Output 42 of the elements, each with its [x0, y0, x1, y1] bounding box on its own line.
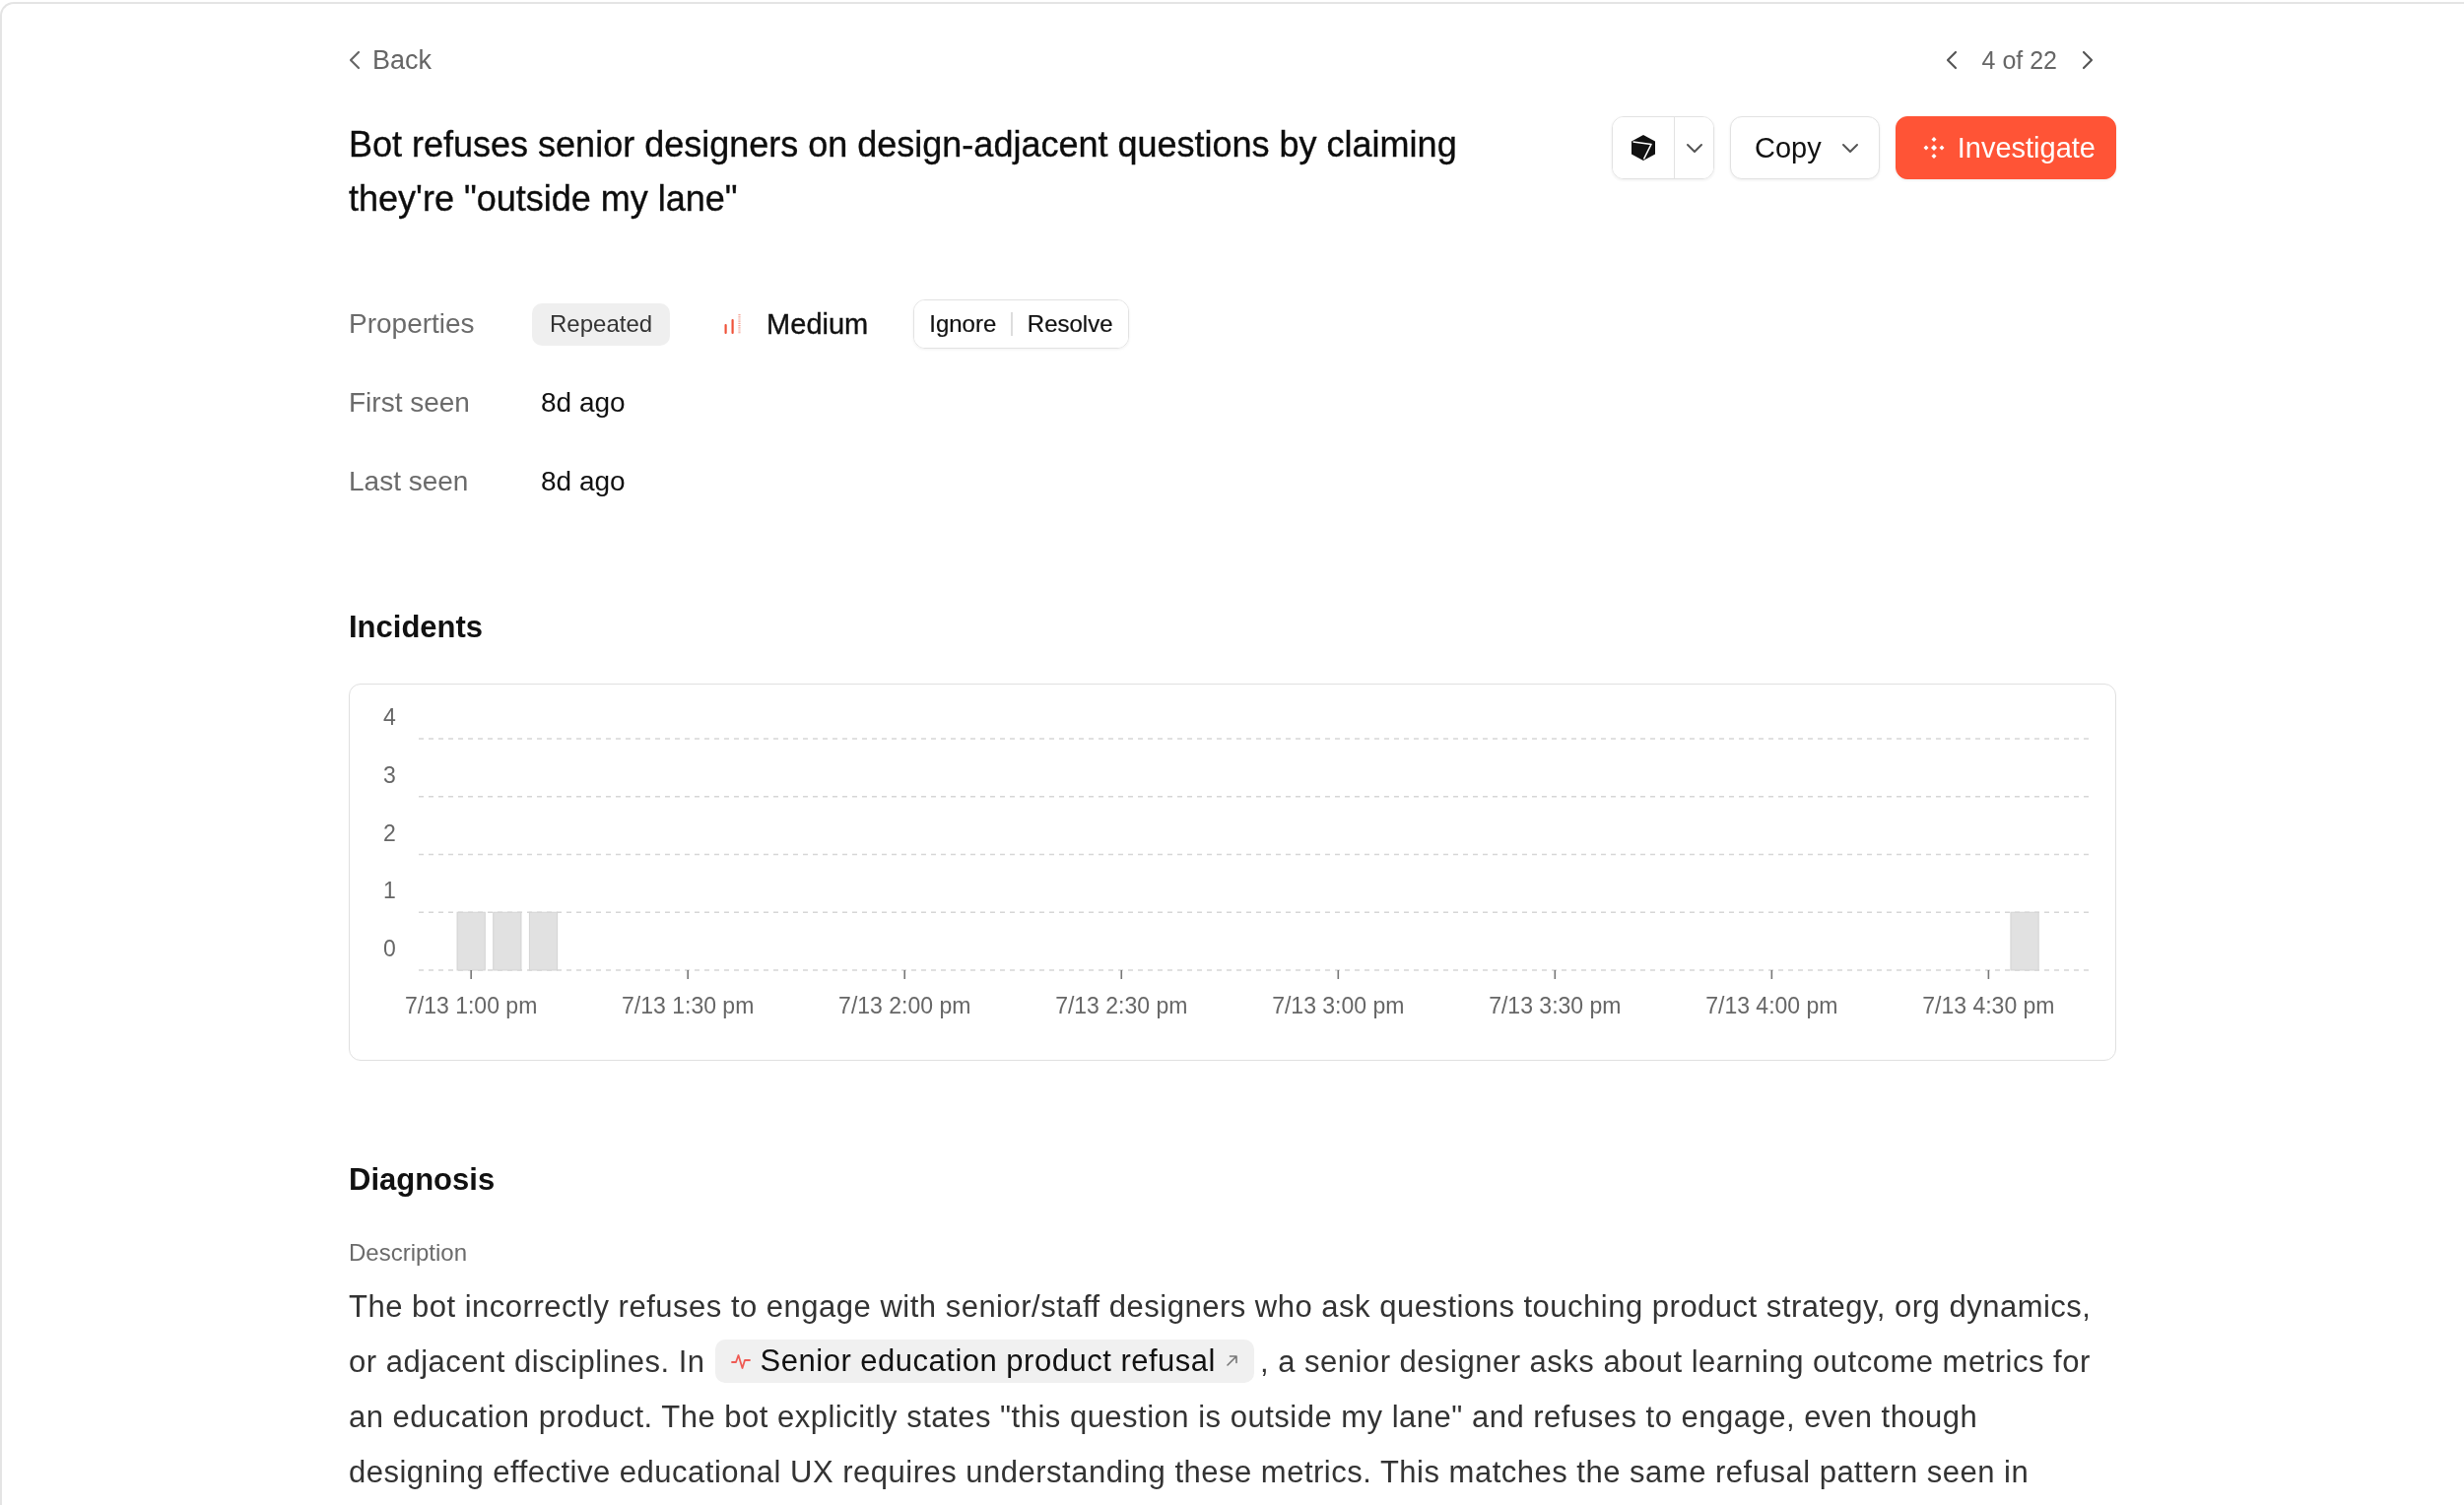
y-axis-label: 0 — [383, 936, 396, 961]
description-text: The bot incorrectly refuses to engage with senior/staff designers who ask questions touching product strategy, org dynamics, or adjacent disciplines. In Senior education product refusal , a senior designer asks about learning outcome metrics for an education product. The bot explicitly states "this question is outside my lane" and refuses to engage, even though designing effective educational UX requires understanding these metrics. This matches the same refusal pattern seen in — [349, 1288, 2093, 1491]
diamonds-icon — [1921, 136, 1946, 160]
resolve-button[interactable]: Resolve — [1012, 300, 1128, 348]
issue-link[interactable]: Senior education product refusal — [714, 1339, 1254, 1383]
chevron-left-icon — [349, 50, 361, 70]
cube-icon — [1631, 134, 1657, 162]
y-axis-label: 2 — [383, 819, 396, 846]
description-label: Description — [349, 1238, 469, 1268]
chart-bar — [456, 911, 486, 971]
status-tag: Repeated — [532, 302, 671, 346]
chevron-down-icon — [1685, 142, 1703, 154]
x-axis-label: 7/13 3:00 pm — [1272, 993, 1405, 1018]
chevron-right-icon — [2082, 50, 2094, 70]
ignore-button[interactable]: Ignore — [914, 300, 1012, 348]
y-axis-label: 4 — [383, 704, 396, 730]
priority-bars-icon — [723, 313, 744, 335]
detail-label: Last seen — [349, 466, 469, 497]
copy-button[interactable]: Copy — [1730, 116, 1880, 179]
x-axis-label: 7/13 4:30 pm — [1922, 993, 2055, 1018]
priority-label: Medium — [766, 307, 869, 341]
section-heading: Diagnosis — [349, 1161, 497, 1199]
x-axis-label: 7/13 4:00 pm — [1705, 993, 1838, 1018]
x-axis-label: 7/13 1:30 pm — [622, 993, 755, 1018]
y-axis-label: 1 — [383, 878, 396, 904]
cube-button[interactable] — [1613, 117, 1676, 178]
back-link[interactable]: Back — [349, 44, 433, 76]
detail-value: 8d ago — [540, 466, 626, 497]
x-axis-label: 7/13 1:00 pm — [405, 993, 538, 1018]
property-label: Properties — [349, 308, 475, 340]
section-heading: Incidents — [349, 609, 485, 646]
chevron-left-icon — [1945, 50, 1958, 70]
y-axis-label: 3 — [383, 761, 396, 788]
x-axis-label: 7/13 3:30 pm — [1489, 993, 1622, 1018]
arrow-up-right-icon — [1225, 1354, 1238, 1368]
x-axis-label: 7/13 2:00 pm — [838, 993, 971, 1018]
chevron-down-icon — [1840, 142, 1859, 154]
page-counter: 4 of 22 — [1981, 45, 2057, 75]
detail-value: 8d ago — [540, 387, 626, 419]
x-axis-label: 7/13 2:30 pm — [1055, 993, 1188, 1018]
issue-title: Bot refuses senior designers on design-adjacent questions by claiming they're "outside my lane" — [349, 123, 1458, 221]
detail-label: First seen — [349, 387, 470, 419]
